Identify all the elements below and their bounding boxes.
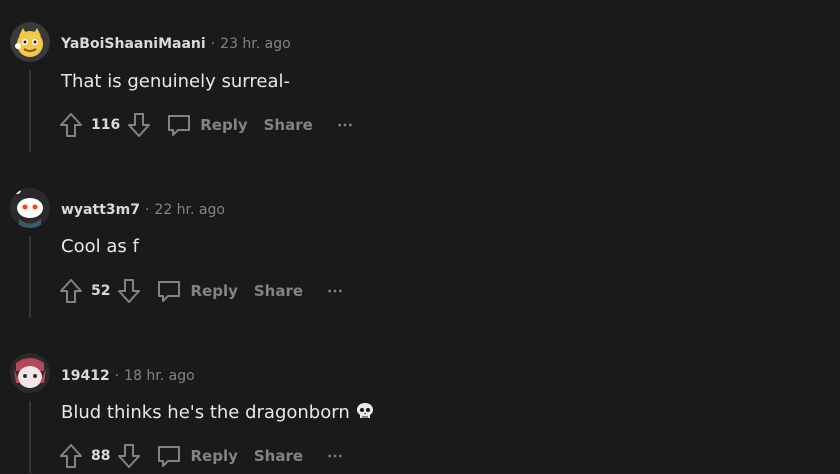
comment-meta: 19412 · 18 hr. ago bbox=[61, 368, 195, 384]
comment-meta: YaBoiShaaniMaani · 23 hr. ago bbox=[61, 36, 291, 52]
comment-actions: 52 Reply Share bbox=[58, 275, 351, 307]
upvote-icon[interactable] bbox=[58, 442, 84, 470]
reply-button[interactable]: Reply bbox=[156, 278, 238, 304]
avatar-icon bbox=[10, 353, 50, 393]
comment: wyatt3m7 · 22 hr. ago Cool as f 52 Reply S… bbox=[0, 160, 840, 325]
upvote-icon[interactable] bbox=[58, 111, 84, 139]
thread-line[interactable] bbox=[29, 401, 31, 473]
separator-dot: · bbox=[144, 202, 150, 218]
username[interactable]: 19412 bbox=[61, 368, 110, 384]
comment: 19412 · 18 hr. ago Blud thinks he's the dr… bbox=[0, 325, 840, 473]
comment-text: That is genuinely surreal- bbox=[61, 71, 290, 92]
comment-actions: 116 Reply Share bbox=[58, 109, 361, 141]
downvote-icon[interactable] bbox=[116, 442, 142, 470]
username[interactable]: wyatt3m7 bbox=[61, 202, 140, 218]
reply-button[interactable]: Reply bbox=[166, 112, 248, 138]
timestamp[interactable]: 22 hr. ago bbox=[154, 202, 225, 218]
share-label: Share bbox=[263, 116, 313, 134]
thread-line[interactable] bbox=[29, 236, 31, 318]
comment-actions: 88 Reply Share bbox=[58, 440, 351, 472]
comment-meta: wyatt3m7 · 22 hr. ago bbox=[61, 202, 225, 218]
avatar-icon bbox=[10, 22, 50, 62]
share-button[interactable]: Share bbox=[254, 282, 303, 300]
separator-dot: · bbox=[210, 36, 216, 52]
comment-text: Blud thinks he's the dragonborn bbox=[61, 402, 374, 425]
comment-text-content: Blud thinks he's the dragonborn bbox=[61, 402, 350, 423]
comment-bubble-icon bbox=[158, 446, 181, 467]
reply-button[interactable]: Reply bbox=[156, 443, 238, 469]
skull-icon bbox=[356, 402, 374, 425]
thread-line[interactable] bbox=[29, 70, 31, 152]
share-button[interactable]: Share bbox=[254, 447, 303, 465]
more-options-icon[interactable] bbox=[327, 281, 351, 301]
comment-bubble-icon bbox=[158, 281, 181, 302]
vote-score: 116 bbox=[91, 117, 121, 133]
more-options-icon[interactable] bbox=[337, 115, 361, 135]
comment: YaBoiShaaniMaani · 23 hr. ago That is genu… bbox=[0, 0, 840, 160]
username[interactable]: YaBoiShaaniMaani bbox=[61, 36, 206, 52]
avatar[interactable] bbox=[10, 22, 50, 62]
upvote-icon[interactable] bbox=[58, 277, 84, 305]
reply-label: Reply bbox=[200, 116, 248, 134]
avatar[interactable] bbox=[10, 353, 50, 393]
vote-score: 88 bbox=[91, 448, 111, 464]
reply-label: Reply bbox=[190, 282, 238, 300]
avatar[interactable] bbox=[10, 188, 50, 228]
comment-bubble-icon bbox=[168, 115, 191, 136]
downvote-icon[interactable] bbox=[116, 277, 142, 305]
separator-dot: · bbox=[114, 368, 120, 384]
share-label: Share bbox=[253, 447, 304, 465]
more-options-icon[interactable] bbox=[327, 446, 351, 466]
reply-label: Reply bbox=[190, 447, 238, 465]
comment-text: Cool as f bbox=[61, 236, 139, 257]
downvote-icon[interactable] bbox=[126, 111, 152, 139]
timestamp[interactable]: 18 hr. ago bbox=[124, 368, 195, 384]
share-button[interactable]: Share bbox=[264, 116, 313, 134]
vote-score: 52 bbox=[91, 283, 111, 299]
timestamp[interactable]: 23 hr. ago bbox=[220, 36, 291, 52]
share-label: Share bbox=[253, 282, 304, 300]
snoo-avatar-icon bbox=[10, 188, 50, 228]
